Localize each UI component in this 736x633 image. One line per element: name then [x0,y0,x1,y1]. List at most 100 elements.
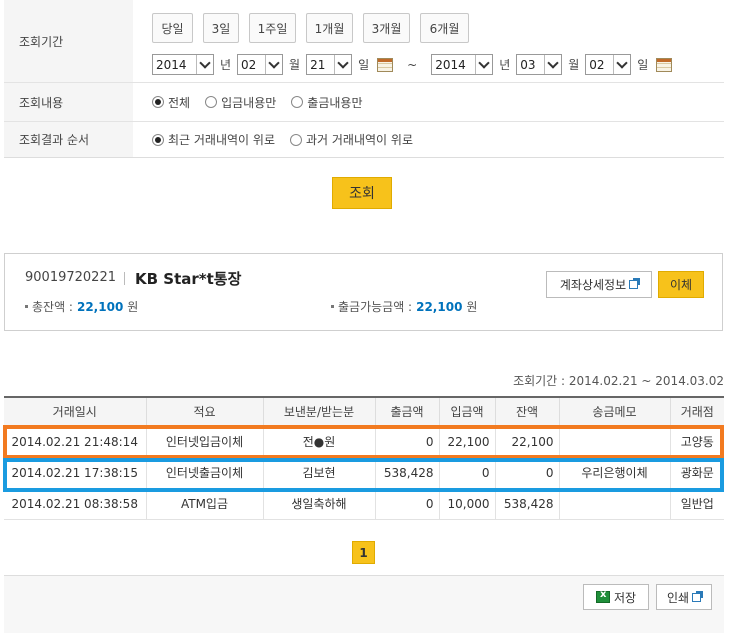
bullet-icon [331,305,334,308]
content-label: 조회내용 [4,83,133,121]
unit-year: 년 [499,58,511,72]
from-month-select[interactable]: 02 [237,54,284,75]
range-separator: ~ [407,57,418,72]
radio-icon[interactable] [205,96,218,108]
table-header: 거래일시 적요 보낸분/받는분 출금액 입금액 잔액 송금메모 거래점 [4,396,724,427]
chevron-down-icon [265,55,282,74]
col-summary: 적요 [145,396,263,427]
account-detail-button[interactable]: 계좌상세정보 [546,271,652,298]
total-balance: 총잔액 : 22,100 원 [25,298,138,315]
total-balance-value: 22,100 [76,299,124,314]
cell-datetime: 2014.02.21 21:48:14 [4,426,146,458]
calendar-icon[interactable] [377,57,394,72]
cell-balance: 0 [494,457,559,489]
quick-6month-button[interactable]: 6개월 [420,13,469,43]
content-row: 조회내용 전체 입금내용만 출금내용만 [4,82,724,121]
cell-datetime: 2014.02.21 17:38:15 [4,457,146,489]
from-year-select[interactable]: 2014 [152,54,214,75]
date-range: 2014 년 02 월 21 일 ~ 2014 년 03 월 02 일 [152,54,673,75]
cell-party: 전●원 [262,426,375,458]
col-balance: 잔액 [494,396,559,427]
cell-memo [558,488,670,520]
cell-memo [558,426,670,458]
cell-summary: 인터넷입금이체 [145,426,263,458]
unit-year: 년 [220,58,232,72]
to-year-select[interactable]: 2014 [431,54,494,75]
available-balance: 출금가능금액 : 22,100 원 [331,298,477,315]
chevron-down-icon [334,55,351,74]
transaction-table: 거래일시 적요 보낸분/받는분 출금액 입금액 잔액 송금메모 거래점 2014… [4,396,724,520]
cell-balance: 538,428 [494,488,559,520]
account-summary: 90019720221 KB Star*t통장 총잔액 : 22,100 원 출… [4,253,723,331]
order-option-recent[interactable]: 최근 거래내역이 위로 [152,131,275,148]
save-button[interactable]: 저장 [583,584,649,610]
col-deposit: 입금액 [438,396,495,427]
content-option-withdraw[interactable]: 출금내용만 [291,94,363,111]
period-label: 조회기간 [4,0,133,82]
account-number: 90019720221 [25,270,116,285]
cell-branch: 일반업 [669,488,724,520]
quick-3month-button[interactable]: 3개월 [363,13,410,43]
radio-icon[interactable] [152,133,164,146]
cell-deposit: 10,000 [438,488,495,520]
to-month-select[interactable]: 03 [516,54,563,75]
cell-withdrawal: 538,428 [374,457,439,489]
cell-withdrawal: 0 [374,426,439,458]
order-row: 조회결과 순서 최근 거래내역이 위로 과거 거래내역이 위로 [4,121,724,157]
cell-deposit: 0 [438,457,495,489]
unit-day: 일 [358,58,370,72]
cell-party: 생일축하해 [262,488,375,520]
excel-icon [595,589,610,603]
cell-withdrawal: 0 [374,488,439,520]
result-period: 조회기간 : 2014.02.21 ~ 2014.03.02 [513,374,724,388]
account-name: KB Star*t통장 [135,270,242,288]
chevron-down-icon [196,55,213,74]
col-datetime: 거래일시 [4,396,146,427]
col-party: 보낸분/받는분 [262,396,375,427]
unit-day: 일 [637,58,649,72]
order-option-past[interactable]: 과거 거래내역이 위로 [290,131,413,148]
available-balance-value: 22,100 [416,299,463,314]
bullet-icon [25,305,28,308]
quick-today-button[interactable]: 당일 [152,13,193,43]
search-button[interactable]: 조회 [332,177,392,209]
calendar-icon[interactable] [656,57,673,72]
to-day-select[interactable]: 02 [585,54,632,75]
cell-party: 김보현 [262,457,375,489]
content-option-deposit[interactable]: 입금내용만 [205,94,276,111]
cell-datetime: 2014.02.21 08:38:58 [4,488,146,520]
cell-balance: 22,100 [494,426,559,458]
col-branch: 거래점 [669,396,724,427]
chevron-down-icon [544,55,561,74]
cell-summary: 인터넷출금이체 [145,457,263,489]
content-option-all[interactable]: 전체 [152,94,190,111]
col-withdrawal: 출금액 [374,396,439,427]
transfer-button[interactable]: 이체 [658,271,704,298]
cell-branch: 고양동 [669,426,724,458]
divider [124,272,125,285]
table-row: 2014.02.21 21:48:14 인터넷입금이체 전●원 0 22,100… [4,426,724,458]
table-row: 2014.02.21 08:38:58 ATM입금 생일축하해 0 10,000… [4,488,724,520]
table-row: 2014.02.21 17:38:15 인터넷출금이체 김보현 538,428 … [4,457,724,489]
radio-icon[interactable] [291,96,304,108]
cell-memo: 우리은행이체 [558,457,670,489]
from-day-select[interactable]: 21 [306,54,353,75]
external-link-icon [692,590,704,602]
unit-month: 월 [568,58,580,72]
page-1-link[interactable]: 1 [352,541,375,564]
quick-3days-button[interactable]: 3일 [203,13,239,43]
order-label: 조회결과 순서 [4,122,133,157]
chevron-down-icon [613,55,630,74]
quick-1month-button[interactable]: 1개월 [306,13,353,43]
quick-period-buttons: 당일 3일 1주일 1개월 3개월 6개월 [152,13,479,43]
cell-branch: 광화문 [669,457,724,489]
chevron-down-icon [475,55,492,74]
quick-1week-button[interactable]: 1주일 [249,13,296,43]
radio-icon[interactable] [290,133,302,146]
print-button[interactable]: 인쇄 [656,584,712,610]
cell-deposit: 22,100 [438,426,495,458]
external-link-icon [629,278,641,289]
unit-month: 월 [289,58,301,72]
cell-summary: ATM입금 [145,488,263,520]
radio-icon[interactable] [152,96,164,108]
